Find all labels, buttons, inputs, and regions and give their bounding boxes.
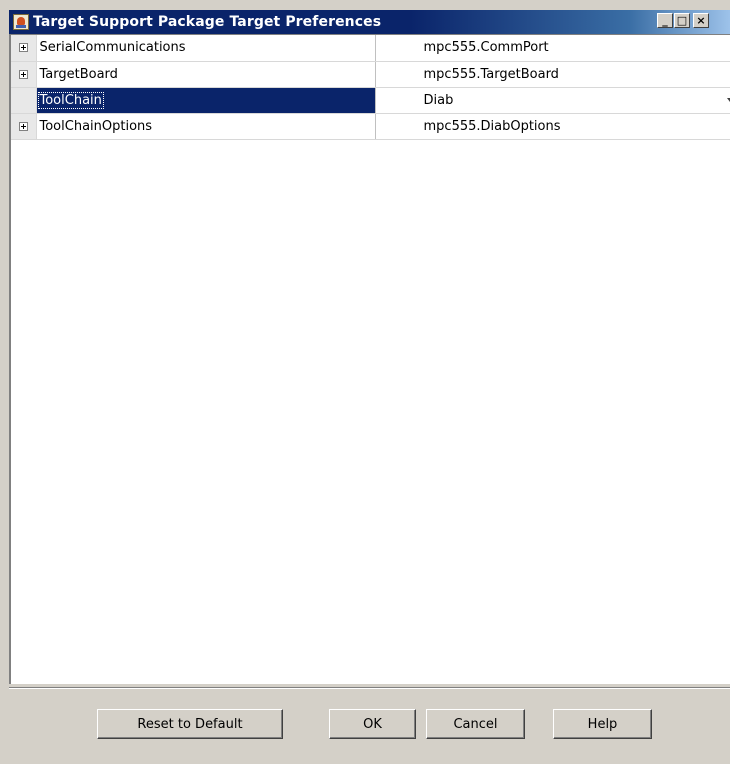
plus-box-icon[interactable] <box>18 43 28 53</box>
close-button[interactable]: × <box>693 13 709 28</box>
row-gutter <box>11 35 37 62</box>
property-row-tool-chain-options[interactable]: ToolChainOptions mpc555.DiabOptions <box>11 113 730 140</box>
property-row-tool-chain[interactable]: ToolChain Diab <box>11 87 730 114</box>
property-name[interactable]: SerialCommunications <box>36 35 376 62</box>
property-value[interactable]: mpc555.TargetBoard <box>375 61 730 88</box>
property-value-label: Diab <box>423 92 454 108</box>
java-app-icon[interactable] <box>13 14 29 30</box>
property-table: SerialCommunications mpc555.CommPort Tar… <box>11 35 730 140</box>
preferences-window: Target Support Package Target Preference… <box>0 0 730 764</box>
button-bar: Reset to Default OK Cancel Help <box>0 684 730 764</box>
reset-to-default-button[interactable]: Reset to Default <box>97 709 283 739</box>
property-name-label: ToolChain <box>37 91 104 109</box>
divider <box>9 687 730 689</box>
property-value[interactable]: mpc555.CommPort <box>375 35 730 62</box>
ok-button[interactable]: OK <box>329 709 416 739</box>
plus-box-icon[interactable] <box>18 69 28 79</box>
window-title: Target Support Package Target Preference… <box>33 14 382 30</box>
property-row-target-board[interactable]: TargetBoard mpc555.TargetBoard <box>11 61 730 88</box>
property-name[interactable]: ToolChainOptions <box>36 113 376 140</box>
cancel-button[interactable]: Cancel <box>426 709 525 739</box>
maximize-button[interactable]: □ <box>674 13 690 28</box>
property-value[interactable]: mpc555.DiabOptions <box>375 113 730 140</box>
property-value-dropdown[interactable]: Diab <box>375 87 730 114</box>
help-button[interactable]: Help <box>553 709 652 739</box>
property-sheet: SerialCommunications mpc555.CommPort Tar… <box>9 34 730 684</box>
minimize-button[interactable]: _ <box>657 13 673 28</box>
title-bar[interactable]: Target Support Package Target Preference… <box>9 10 730 34</box>
row-gutter <box>11 113 37 140</box>
property-name-selected[interactable]: ToolChain <box>36 87 376 114</box>
plus-box-icon[interactable] <box>18 121 28 131</box>
row-gutter <box>11 61 37 88</box>
property-row-serial-communications[interactable]: SerialCommunications mpc555.CommPort <box>11 35 730 62</box>
property-name[interactable]: TargetBoard <box>36 61 376 88</box>
row-gutter <box>11 87 37 114</box>
